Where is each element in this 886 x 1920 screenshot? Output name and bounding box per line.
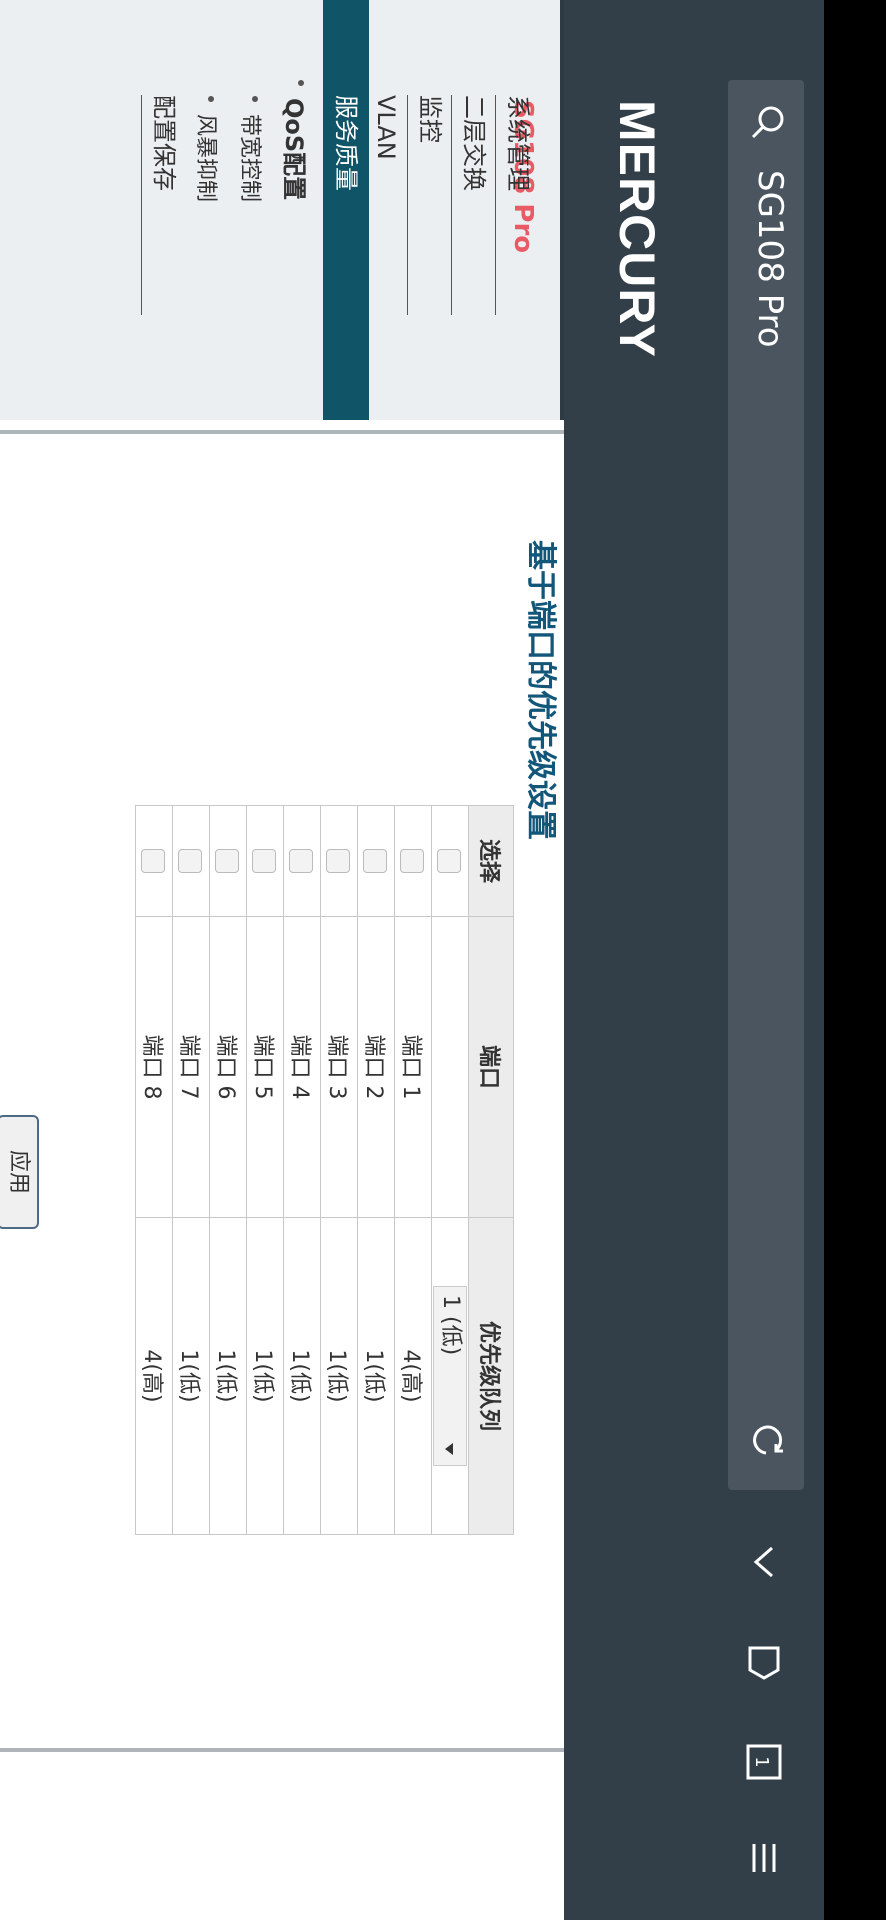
mercury-logo: MERCURY [609,100,665,358]
table-header-row: 选择 端口 优先级队列 [468,805,514,1535]
port-cell: 端口 1 [394,916,432,1218]
submenu-item-storm-control[interactable]: 风暴抑制 [192,96,224,202]
priority-cell: 1(低) [172,1217,210,1535]
priority-cell: 4(高) [135,1217,173,1535]
site-header: MERCURY [564,0,684,1920]
port-cell: 端口 3 [320,916,358,1218]
bullet-icon [298,80,304,86]
submenu-title-qos-config[interactable]: QoS配置 [279,80,314,200]
submenu-item-bandwidth[interactable]: 带宽控制 [236,96,268,202]
port-cell: 端口 5 [246,916,284,1218]
port-cell: 端口 8 [135,916,173,1218]
url-text: SG108 Pro [750,170,790,348]
bullet-icon [252,96,258,102]
table-row: 端口 3 1(低) [320,805,358,1535]
sidebar-item-label: 监控 [416,95,444,143]
tabs-icon[interactable]: 1 [742,1740,786,1784]
sidebar-item-system-mgmt[interactable]: 系统管理 [495,95,540,315]
dropdown-arrow-icon [445,1443,453,1455]
col-select-header: 选择 [468,805,514,917]
content-divider-left [0,430,564,434]
select-all-checkbox[interactable] [437,849,462,873]
sidebar-item-l2-switching[interactable]: 二层交换 [451,95,496,315]
sidebar-item-vlan[interactable]: VLAN [364,95,408,315]
sidebar: SG108 Pro 系统管理 二层交换 监控 VLAN 服务质量 QoS配置 带宽控制 风暴抑… [0,0,564,420]
browser-toolbar: SG108 Pro 1 [684,0,824,1920]
port-priority-table: 选择 端口 优先级队列 1 (低) 端口 1 4(高) 端口 2 1(低) 端口… [135,805,514,1535]
priority-cell: 1(低) [246,1217,284,1535]
empty-cell [431,916,469,1218]
priority-cell: 1(低) [357,1217,395,1535]
priority-cell: 1(低) [283,1217,321,1535]
col-port-header: 端口 [468,916,514,1218]
table-row: 端口 1 4(高) [394,805,432,1535]
menu-icon[interactable] [742,1836,786,1880]
address-bar[interactable]: SG108 Pro [728,80,804,1490]
table-row: 端口 2 1(低) [357,805,395,1535]
sidebar-item-label: VLAN [372,95,400,160]
reload-icon[interactable] [748,1420,788,1460]
svg-text:1: 1 [751,1756,772,1767]
status-bar [824,0,886,1920]
chevron-down-icon[interactable] [742,1540,786,1584]
content-divider-right [0,1748,564,1752]
table-row-bulk: 1 (低) [431,805,469,1535]
row-checkbox[interactable] [400,849,425,873]
table-row: 端口 5 1(低) [246,805,284,1535]
sidebar-item-label: 二层交换 [460,95,488,191]
priority-cell: 1(低) [320,1217,358,1535]
row-checkbox[interactable] [178,849,203,873]
tag-icon[interactable] [742,1640,786,1684]
port-cell: 端口 4 [283,916,321,1218]
row-checkbox[interactable] [215,849,240,873]
page-title: 基于端口的优先级设置 [523,540,558,840]
row-checkbox[interactable] [326,849,351,873]
sidebar-item-monitoring[interactable]: 监控 [407,95,452,315]
port-cell: 端口 7 [172,916,210,1218]
sidebar-item-qos[interactable]: 服务质量 [323,0,369,420]
sidebar-item-save-config[interactable]: 配置保存 [141,95,186,315]
table-row: 端口 7 1(低) [172,805,210,1535]
apply-button[interactable]: 应用 [0,1115,39,1229]
rotated-screen: SG108 Pro 1 MERCURY SG108 Pro 系统管理 二层交换 … [0,0,886,1920]
sidebar-item-label: 系统管理 [504,95,532,191]
search-icon [751,106,784,139]
row-checkbox[interactable] [141,849,166,873]
priority-cell: 1(低) [209,1217,247,1535]
row-checkbox[interactable] [252,849,277,873]
table-row: 端口 8 4(高) [135,805,173,1535]
priority-cell: 4(高) [394,1217,432,1535]
table-row: 端口 4 1(低) [283,805,321,1535]
table-row: 端口 6 1(低) [209,805,247,1535]
row-checkbox[interactable] [289,849,314,873]
port-cell: 端口 6 [209,916,247,1218]
bullet-icon [208,96,214,102]
sidebar-item-label: 服务质量 [332,95,360,191]
row-checkbox[interactable] [363,849,388,873]
port-cell: 端口 2 [357,916,395,1218]
col-priority-header: 优先级队列 [468,1217,514,1535]
priority-select[interactable]: 1 (低) [433,1286,467,1466]
